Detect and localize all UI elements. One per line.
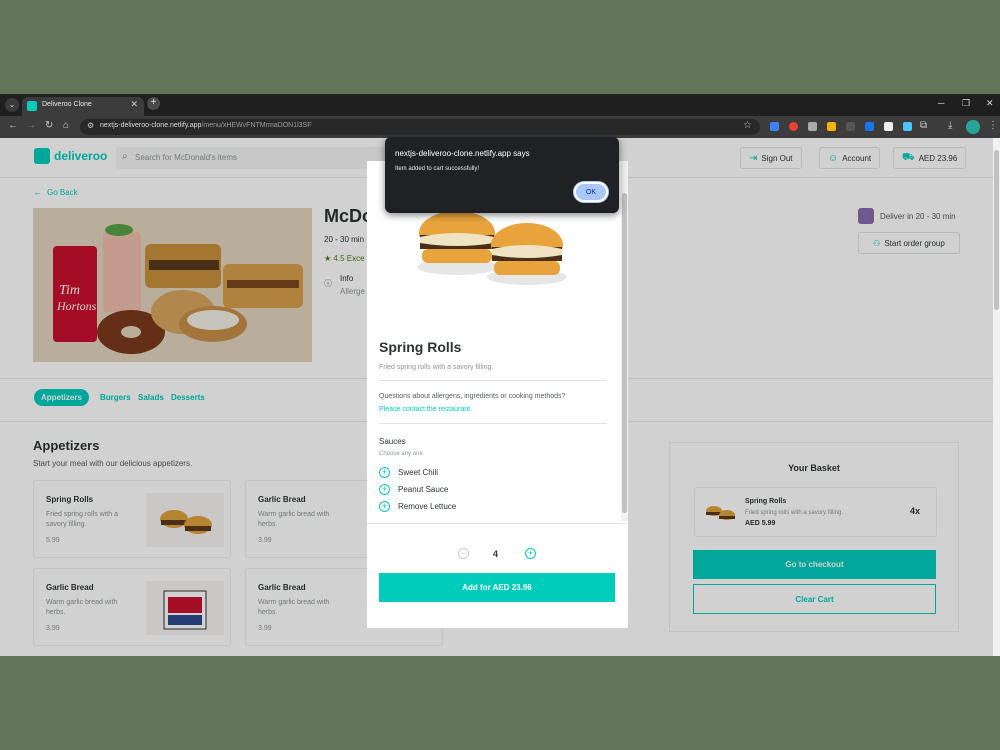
sauces-subtitle: Choose any one [379,451,423,457]
url-field[interactable]: ⚙ nextjs-deliveroo-clone.netlify.app/men… [80,119,760,135]
quantity-value: 4 [493,549,499,559]
site-info-icon[interactable]: ⚙ [87,121,94,130]
option-peanut-sauce[interactable]: + Peanut Sauce [379,484,448,495]
extensions-puzzle-icon[interactable]: ⧉ [920,120,927,131]
option-sweet-chili[interactable]: + Sweet Chili [379,467,438,478]
tab-bar: ⌄ Deliveroo Clone ✕ + ─ ❐ ✕ [0,94,1000,116]
browser-window: ⌄ Deliveroo Clone ✕ + ─ ❐ ✕ ← → ↻ ⌂ ⚙ ne… [0,94,1000,656]
tab-title: Deliveroo Clone [42,101,92,108]
browser-alert-dialog: nextjs-deliveroo-clone.netlify.app says … [385,137,619,213]
modal-footer: − 4 + Add for AED 23.96 [367,523,628,628]
plus-circle-icon[interactable]: + [379,484,390,495]
extension-icon[interactable] [808,122,817,131]
address-bar: ← → ↻ ⌂ ⚙ nextjs-deliveroo-clone.netlify… [0,116,1000,138]
modal-scrollbar[interactable] [621,161,628,521]
extension-icon[interactable] [884,122,893,131]
add-to-cart-button[interactable]: Add for AED 23.96 [379,573,615,602]
url-path: /menu/xHEWvFNTMrmaDON1l3SF [201,122,312,129]
extension-icon[interactable] [827,122,836,131]
maximize-icon[interactable]: ❐ [962,98,970,109]
page-scrollbar[interactable] [993,138,1000,656]
option-label: Peanut Sauce [398,485,449,494]
deliveroo-favicon-icon [27,101,37,111]
decrease-quantity-button[interactable]: − [458,548,469,559]
home-icon[interactable]: ⌂ [63,120,69,131]
url-host: nextjs-deliveroo-clone.netlify.app [100,122,202,129]
sauces-title: Sauces [379,437,406,446]
plus-circle-icon[interactable]: + [379,501,390,512]
item-modal: Spring Rolls Fried spring rolls with a s… [367,161,628,628]
contact-restaurant-link[interactable]: Please contact the restaurant. [379,406,472,413]
modal-scroll-thumb[interactable] [622,193,627,513]
reload-icon[interactable]: ↻ [45,120,53,131]
modal-item-title: Spring Rolls [379,339,462,355]
alert-ok-button[interactable]: OK [574,182,608,202]
page-content: deliveroo ⌕ Search for McDonald's items … [0,138,993,656]
tab-close-icon[interactable]: ✕ [130,99,138,110]
extension-icon[interactable] [846,122,855,131]
option-label: Remove Lettuce [398,502,457,511]
extension-icon[interactable] [789,122,798,131]
menu-kebab-icon[interactable]: ⋮ [988,120,998,131]
extension-icon[interactable] [770,122,779,131]
extension-icon[interactable] [903,122,912,131]
tab-search-icon[interactable]: ⌄ [5,98,19,112]
page-scroll-thumb[interactable] [994,150,999,310]
modal-item-description: Fried spring rolls with a savory filling… [379,364,494,371]
back-icon[interactable]: ← [8,120,18,131]
profile-avatar[interactable] [966,120,980,134]
forward-icon[interactable]: → [26,120,36,131]
divider [379,423,607,424]
allergen-question: Questions about allergens, ingredients o… [379,393,566,400]
divider [379,380,607,381]
increase-quantity-button[interactable]: + [525,548,536,559]
option-remove-lettuce[interactable]: + Remove Lettuce [379,501,456,512]
browser-tab[interactable]: Deliveroo Clone ✕ [22,97,144,116]
extension-icon[interactable] [865,122,874,131]
plus-circle-icon[interactable]: + [379,467,390,478]
download-icon[interactable]: ⤓ [948,120,952,131]
option-label: Sweet Chili [398,468,439,477]
minimize-icon[interactable]: ─ [938,98,944,108]
alert-title: nextjs-deliveroo-clone.netlify.app says [395,149,530,158]
alert-message: Item added to cart successfully! [395,166,480,172]
bookmark-star-icon[interactable]: ☆ [743,120,752,131]
close-window-icon[interactable]: ✕ [986,98,994,109]
new-tab-button[interactable]: + [147,97,160,110]
